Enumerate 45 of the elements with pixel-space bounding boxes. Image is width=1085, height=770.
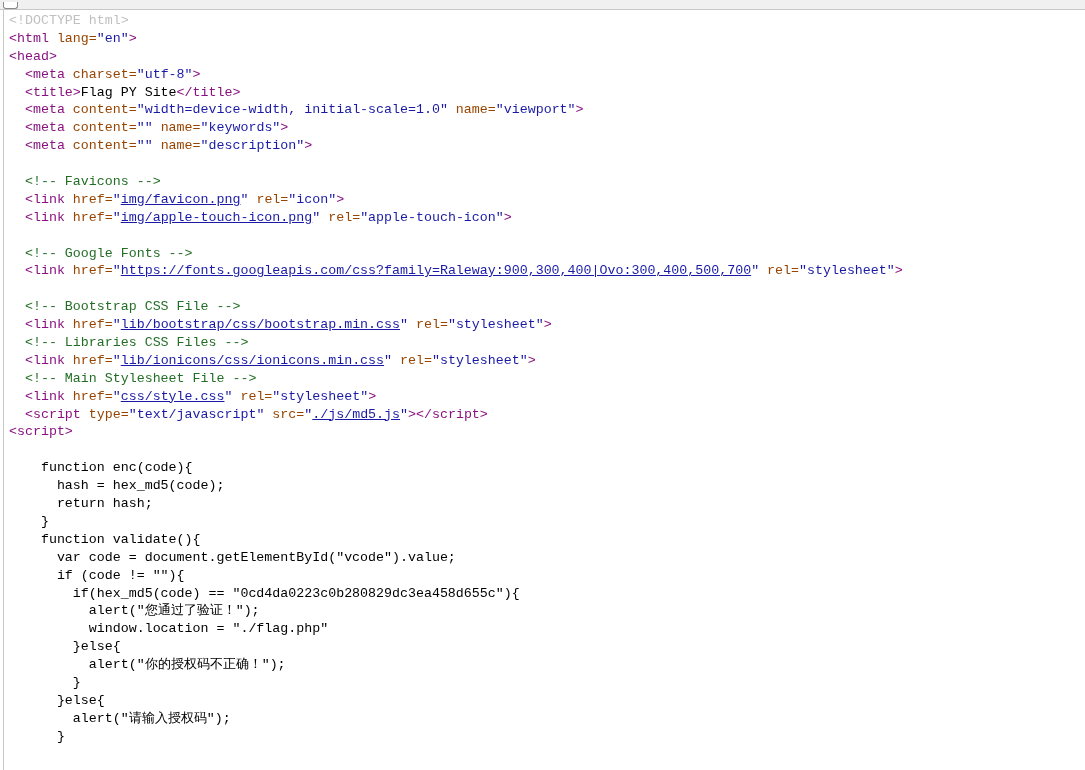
- code-line: <link href="css/style.css" rel="stylesheet">: [23, 387, 378, 406]
- link[interactable]: lib/ionicons/css/ionicons.min.css: [120, 352, 385, 368]
- code-line: <script type="text/javascript" src="./js/md5.js"></script>: [23, 405, 489, 424]
- code-line: <html lang="en">: [9, 29, 138, 48]
- code-line: <meta charset="utf-8">: [23, 65, 202, 84]
- code-line: <link href="img/apple-touch-icon.png" rel="apple-touch-icon">: [23, 208, 513, 227]
- code-line: function enc(code){: [39, 459, 194, 478]
- code-line: <script>: [9, 423, 74, 442]
- code-line: <title>Flag PY Site</title>: [23, 83, 242, 102]
- link[interactable]: https://fonts.googleapis.com/css?family=Raleway:900,300,400|Ovo:300,400,500,700: [120, 263, 752, 279]
- code-line: function validate(){: [39, 530, 202, 549]
- code-line: window.location = "./flag.php": [87, 620, 330, 639]
- link[interactable]: ./js/md5.js: [312, 406, 401, 422]
- code-line: alert("你的授权码不正确！");: [87, 656, 287, 674]
- code-line: alert("请输入授权码");: [71, 709, 232, 728]
- code-line: }: [55, 727, 66, 746]
- code-line: var code = document.getElementById("vcode").value;: [55, 548, 457, 567]
- code-line: <meta content="" name="keywords">: [23, 119, 290, 138]
- code-line: <!DOCTYPE html>: [9, 12, 130, 30]
- code-line: }else{: [55, 691, 106, 710]
- code-line: <link href="https://fonts.googleapis.com/css?family=Raleway:900,300,400|Ovo:300,400,500,700" rel="stylesheet">: [23, 262, 904, 281]
- link[interactable]: css/style.css: [120, 388, 225, 404]
- code-line: <!-- Libraries CSS Files -->: [23, 334, 250, 352]
- code-line: <!-- Bootstrap CSS File -->: [23, 298, 242, 317]
- code-line: }else{: [71, 638, 122, 657]
- code-line: hash = hex_md5(code);: [55, 477, 226, 496]
- code-line: <link href="lib/bootstrap/css/bootstrap.min.css" rel="stylesheet">: [23, 316, 553, 335]
- code-line: <meta content="" name="description">: [23, 137, 314, 156]
- code-line: <link href="lib/ionicons/css/ionicons.min.css" rel="stylesheet">: [23, 351, 537, 370]
- tab-icon: [3, 2, 18, 9]
- link[interactable]: img/favicon.png: [120, 191, 241, 207]
- code-line: <head>: [9, 47, 58, 66]
- code-line: <link href="img/favicon.png" rel="icon">: [23, 190, 346, 209]
- code-line: if (code != ""){: [55, 566, 186, 585]
- link[interactable]: img/apple-touch-icon.png: [120, 209, 313, 225]
- code-line: <!-- Favicons -->: [23, 173, 162, 191]
- code-line: alert("您通过了验证！");: [87, 602, 261, 621]
- code-line: <meta content="width=device-width, initial-scale=1.0" name="viewport">: [23, 101, 585, 120]
- link[interactable]: lib/bootstrap/css/bootstrap.min.css: [120, 317, 400, 333]
- code-line: }: [39, 512, 50, 531]
- code-line: return hash;: [55, 495, 154, 513]
- code-line: }: [71, 673, 82, 692]
- code-line: <!-- Main Stylesheet File -->: [23, 369, 258, 388]
- code-line: if(hex_md5(code) == "0cd4da0223c0b280829dc3ea458d655c"){: [71, 584, 521, 603]
- code-line: <!-- Google Fonts -->: [23, 244, 194, 263]
